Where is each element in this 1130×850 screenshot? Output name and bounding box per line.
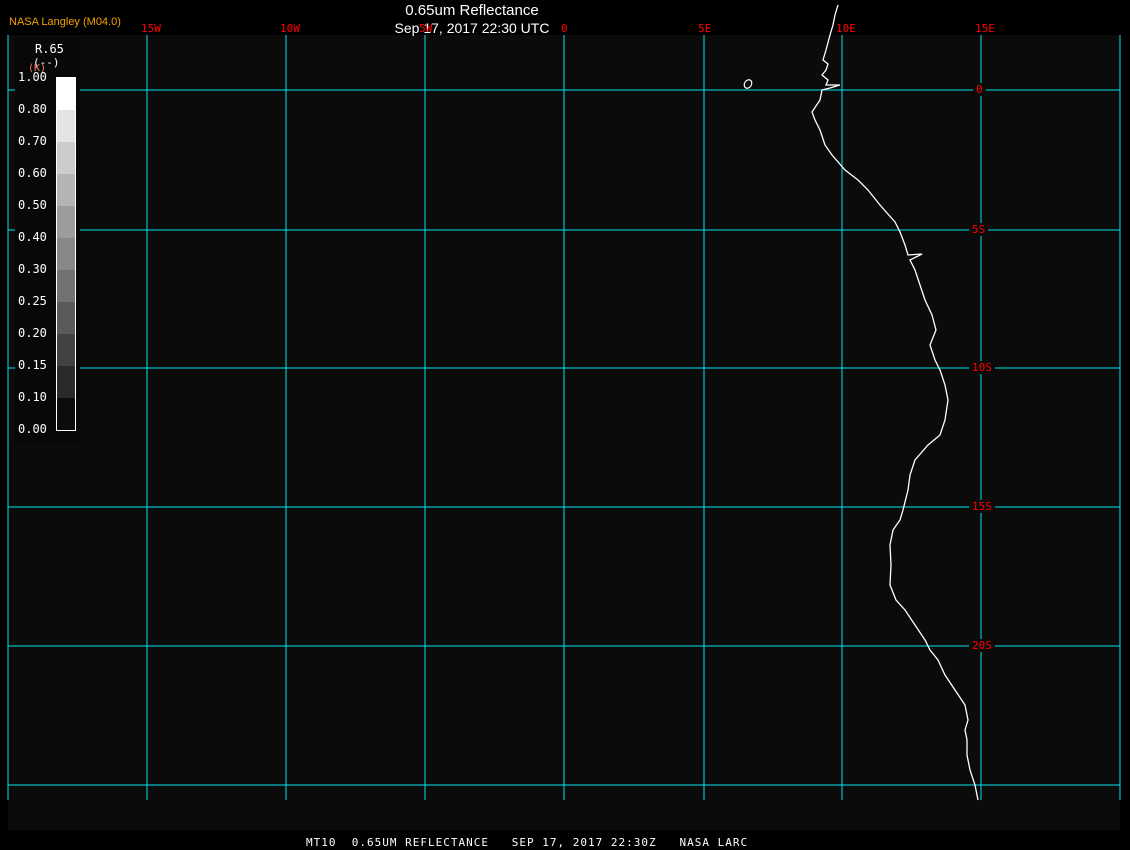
colorbar-tick-label: 0.15 — [18, 358, 47, 372]
colorbar-tick-label: 0.80 — [18, 102, 47, 116]
colorbar-tick-label: 0.25 — [18, 294, 47, 308]
longitude-label: 0 — [561, 22, 568, 35]
colorbar-segment — [57, 110, 75, 142]
colorbar-tick-label: 0.70 — [18, 134, 47, 148]
colorbar-segment — [57, 366, 75, 398]
footer-caption: MT10 0.65UM REFLECTANCE SEP 17, 2017 22:… — [306, 836, 749, 849]
colorbar-segment — [57, 398, 75, 430]
colorbar-segment — [57, 270, 75, 302]
longitude-label: 5E — [698, 22, 712, 35]
colorbar-segment — [57, 206, 75, 238]
chart-subtitle: Sep 17, 2017 22:30 UTC — [394, 20, 550, 36]
latitude-label: 15S — [969, 500, 995, 513]
colorbar-tick-label: 0.60 — [18, 166, 47, 180]
colorbar-variable: R.65 — [35, 42, 64, 56]
longitude-label: 5W — [419, 22, 433, 35]
brand-label: NASA Langley (M04.0) — [9, 16, 121, 28]
latitude-label: 20S — [969, 639, 995, 652]
satellite-map — [7, 4, 1121, 830]
chart-title: 0.65um Reflectance — [405, 2, 539, 19]
longitude-label: 15W — [141, 22, 161, 35]
colorbar-tick-label: 0.30 — [18, 262, 47, 276]
latitude-label: 0 — [973, 83, 986, 96]
latitude-label: 10S — [969, 361, 995, 374]
longitude-label: 15E — [975, 22, 995, 35]
colorbar-tick-label: 0.10 — [18, 390, 47, 404]
colorbar-segment — [57, 302, 75, 334]
colorbar-tick-label: 0.40 — [18, 230, 47, 244]
colorbar-segment — [57, 334, 75, 366]
colorbar-tick-label: 0.50 — [18, 198, 47, 212]
colorbar-tick-label: 0.20 — [18, 326, 47, 340]
colorbar-tick-label: 0.00 — [18, 422, 47, 436]
colorbar-segment — [57, 142, 75, 174]
longitude-label: 10E — [836, 22, 856, 35]
colorbar-tick-label: 1.00 — [18, 70, 47, 84]
colorbar — [56, 77, 76, 431]
colorbar-segment — [57, 238, 75, 270]
longitude-label: 10W — [280, 22, 300, 35]
colorbar-segment — [57, 78, 75, 110]
latitude-label: 5S — [969, 223, 989, 236]
colorbar-segment — [57, 174, 75, 206]
